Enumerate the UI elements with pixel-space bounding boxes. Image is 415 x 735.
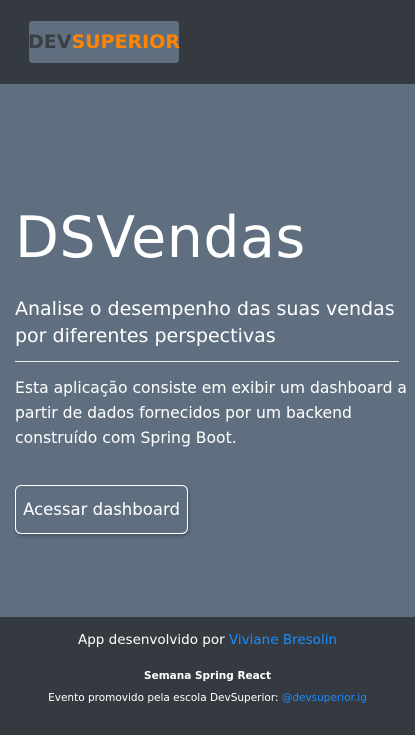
footer-promotion: Evento promovido pela escola DevSuperior… — [0, 691, 415, 705]
footer-developed-by: App desenvolvido por — [78, 632, 229, 648]
footer-credits: App desenvolvido por Viviane Bresolin — [0, 631, 415, 649]
footer-event-title: Semana Spring React — [144, 670, 271, 682]
instagram-link[interactable]: @devsuperior.ig — [282, 692, 367, 704]
hero-lead: Analise o desempenho das suas vendas por… — [15, 298, 395, 347]
access-dashboard-button[interactable]: Acessar dashboard — [15, 485, 188, 534]
navbar: DEV SUPERIOR — [0, 0, 415, 84]
developer-link[interactable]: Viviane Bresolin — [229, 632, 337, 648]
devsuperior-logo[interactable]: DEV SUPERIOR — [28, 21, 180, 63]
logo-superior-text: SUPERIOR — [71, 31, 180, 53]
footer-promoted-by: Evento promovido pela escola DevSuperior… — [48, 692, 282, 704]
hero-description: Esta aplicação consiste em exibir um das… — [15, 379, 407, 447]
footer: App desenvolvido por Viviane Bresolin Se… — [0, 617, 415, 735]
hero-section: DSVendas Analise o desempenho das suas v… — [0, 84, 415, 617]
logo-dev-text: DEV — [28, 31, 72, 53]
hero-divider — [15, 361, 399, 362]
page-title: DSVendas — [15, 205, 306, 271]
